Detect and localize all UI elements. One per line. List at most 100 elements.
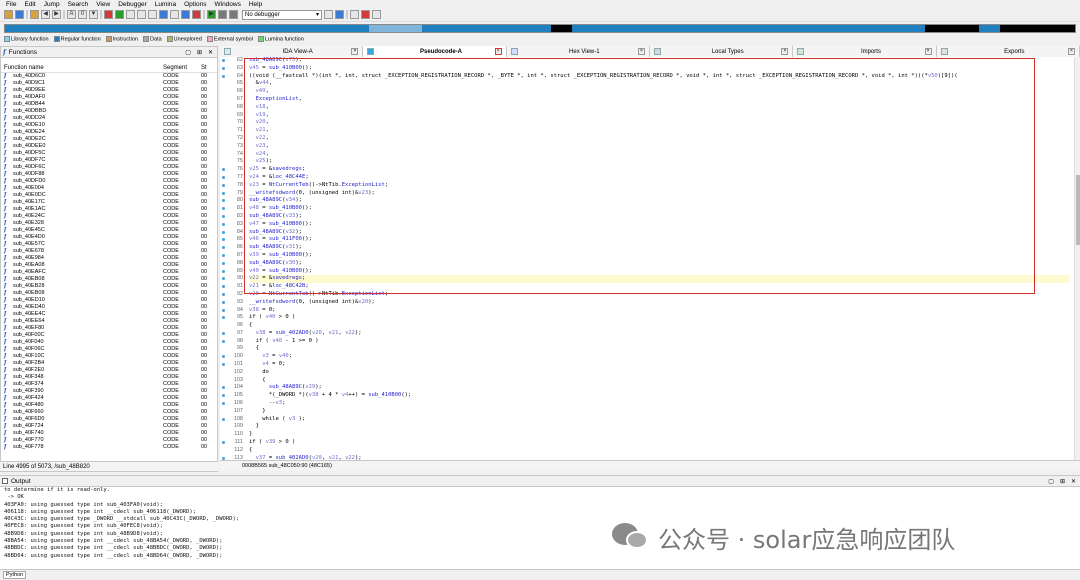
binary-search-icon[interactable]: 0 — [78, 10, 87, 19]
breakpoint-dot-icon[interactable] — [222, 285, 225, 289]
breakpoint-dot-icon[interactable] — [222, 175, 225, 179]
code-line[interactable]: sub_48A89C(v34); — [249, 197, 1069, 205]
function-row[interactable]: f sub_40F778 CODE 00 — [1, 444, 217, 451]
code-line[interactable]: v45 = sub_410B00(); — [249, 65, 1069, 73]
breakpoint-dot-icon[interactable] — [222, 214, 225, 218]
code-line[interactable]: while ( v3 ); — [249, 416, 1069, 424]
code-line[interactable]: { — [249, 322, 1069, 330]
save-icon[interactable] — [15, 10, 24, 19]
function-row[interactable]: f sub_40F00C CODE 00 — [1, 332, 217, 339]
function-row[interactable]: f sub_40E4D0 CODE 00 — [1, 234, 217, 241]
code-line[interactable]: v3 = v40; — [249, 353, 1069, 361]
breakpoint-dot-icon[interactable] — [222, 300, 225, 304]
code-line[interactable]: --v3; — [249, 400, 1069, 408]
command-bar[interactable]: Python — [0, 569, 1080, 580]
nav-segment[interactable] — [240, 25, 369, 32]
code-line[interactable]: sub_48A89C(v32); — [249, 229, 1069, 237]
breakpoint-dot-icon[interactable] — [222, 355, 225, 359]
tab-pseudocode-a[interactable]: Pseudocode-A × — [363, 46, 507, 57]
code-line[interactable]: v49, — [249, 88, 1069, 96]
function-row[interactable]: f sub_40F660 CODE 00 — [1, 409, 217, 416]
function-row[interactable]: f sub_40E678 CODE 00 — [1, 248, 217, 255]
code-line[interactable]: sub_48A89C(v33); — [249, 213, 1069, 221]
function-row[interactable]: f sub_40DF5C CODE 00 — [1, 150, 217, 157]
function-row[interactable]: f sub_40EB08 CODE 00 — [1, 290, 217, 297]
function-row[interactable]: f sub_40E328 CODE 00 — [1, 220, 217, 227]
text-search-icon[interactable]: A — [67, 10, 76, 19]
breakpoint-dot-icon[interactable] — [222, 261, 225, 265]
breakpoint-dot-icon[interactable] — [222, 74, 225, 78]
function-row[interactable]: f sub_40DBBD CODE 00 — [1, 108, 217, 115]
open-folder-icon[interactable] — [4, 10, 13, 19]
code-line[interactable]: v46 = sub_411F00(); — [249, 236, 1069, 244]
breakpoint-dot-icon[interactable] — [222, 199, 225, 203]
breakpoint-dot-icon[interactable] — [222, 183, 225, 187]
code-line[interactable]: ExceptionList, — [249, 96, 1069, 104]
code-line[interactable]: v24 = &loc_48C44E; — [249, 174, 1069, 182]
function-row[interactable]: f sub_40F040 CODE 00 — [1, 339, 217, 346]
breakpoint-dot-icon[interactable] — [222, 59, 225, 62]
code-line[interactable]: v38 = sub_402AD0(v20, v21, v22); — [249, 330, 1069, 338]
breakpoint-dot-icon[interactable] — [222, 417, 225, 421]
function-row[interactable]: f sub_40D9C1 CODE 00 — [1, 80, 217, 87]
nav-segment[interactable] — [368, 25, 423, 32]
code-line[interactable]: &v44, — [249, 80, 1069, 88]
jump-icon[interactable] — [30, 10, 39, 19]
function-row[interactable]: f sub_40E1AC CODE 00 — [1, 206, 217, 213]
breakpoint-dot-icon[interactable] — [222, 277, 225, 281]
menu-edit[interactable]: Edit — [24, 1, 35, 8]
code-line[interactable]: v25 = &savedregs; — [249, 166, 1069, 174]
code-line[interactable]: { — [249, 447, 1069, 455]
attach-icon[interactable] — [335, 10, 344, 19]
float-icon[interactable]: ⊞ — [197, 49, 202, 56]
restore-icon[interactable]: ▢ — [185, 49, 191, 56]
breakpoint-dot-icon[interactable] — [222, 363, 225, 367]
function-row[interactable]: f sub_40F724 CODE 00 — [1, 423, 217, 430]
function-row[interactable]: f sub_40EB08 CODE 00 — [1, 276, 217, 283]
function-row[interactable]: f sub_40EAFC CODE 00 — [1, 269, 217, 276]
debugger-select[interactable]: No debugger — [242, 9, 322, 20]
function-row[interactable]: f sub_40DEE0 CODE 00 — [1, 143, 217, 150]
function-row[interactable]: f sub_40F348 CODE 00 — [1, 374, 217, 381]
function-row[interactable]: f sub_40E57C CODE 00 — [1, 241, 217, 248]
code-line[interactable]: v22, — [249, 135, 1069, 143]
function-row[interactable]: f sub_40E0DC CODE 00 — [1, 192, 217, 199]
python-input-mode[interactable]: Python — [3, 571, 27, 579]
function-row[interactable]: f sub_40F06C CODE 00 — [1, 346, 217, 353]
code-line[interactable]: v22 = &savedregs; — [249, 275, 1069, 284]
breakpoint-dot-icon[interactable] — [222, 292, 225, 296]
tab-close-icon[interactable]: × — [924, 48, 932, 55]
code-line[interactable]: v19, — [249, 112, 1069, 120]
menu-view[interactable]: View — [96, 1, 110, 8]
function-row[interactable]: f sub_40DB44 CODE 00 — [1, 101, 217, 108]
function-row[interactable]: f sub_40E24C CODE 00 — [1, 213, 217, 220]
function-row[interactable]: f sub_40D6C0 CODE 00 — [1, 73, 217, 80]
menu-options[interactable]: Options — [184, 1, 206, 8]
code-line[interactable]: __writefsdword(0, (unsigned int)&v20); — [249, 299, 1069, 307]
code-icon[interactable] — [126, 10, 135, 19]
forward-icon[interactable]: ▶ — [52, 10, 61, 19]
function-row[interactable]: f sub_40DE24 CODE 00 — [1, 129, 217, 136]
breakpoint-dot-icon[interactable] — [222, 246, 225, 250]
code-line[interactable]: if ( v39 > 0 ) — [249, 439, 1069, 447]
code-line[interactable]: sub_48A89C(v75); — [249, 57, 1069, 65]
breakpoint-dot-icon[interactable] — [222, 402, 225, 406]
function-row[interactable]: f sub_40DF88 CODE 00 — [1, 171, 217, 178]
code-line[interactable]: v21 = &loc_48C42B; — [249, 283, 1069, 291]
code-line[interactable]: v18, — [249, 104, 1069, 112]
run-icon[interactable]: ▶ — [207, 10, 216, 19]
breakpoint-dot-icon[interactable] — [222, 394, 225, 398]
tab-exports[interactable]: Exports × — [936, 46, 1080, 57]
vertical-scrollbar[interactable] — [1074, 57, 1080, 460]
list-icon[interactable] — [350, 10, 359, 19]
code-line[interactable]: do — [249, 369, 1069, 377]
debugger-options-icon[interactable] — [324, 10, 333, 19]
code-line[interactable]: if ( v40 > 0 ) — [249, 314, 1069, 322]
breakpoint-dot-icon[interactable] — [222, 168, 225, 172]
code-line[interactable]: ((void (__fastcall *)(int *, int, struct… — [249, 73, 1069, 81]
enum-icon[interactable] — [170, 10, 179, 19]
col-start[interactable]: St — [201, 65, 217, 71]
col-function-name[interactable]: Function name — [1, 65, 163, 71]
flag-icon[interactable] — [361, 10, 370, 19]
breakpoint-dot-icon[interactable] — [222, 222, 225, 226]
